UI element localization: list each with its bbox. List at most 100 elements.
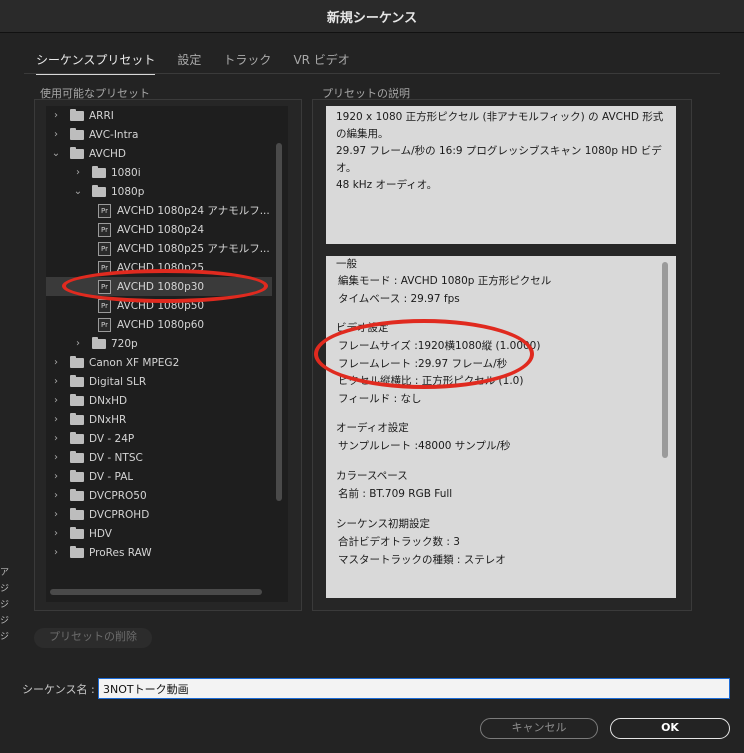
preset-folder[interactable]: › ProRes RAW	[46, 543, 272, 562]
tab-settings[interactable]: 設定	[177, 51, 201, 75]
tree-item-label: ProRes RAW	[89, 546, 152, 559]
chevron-right-icon[interactable]: ›	[50, 357, 62, 368]
preset-folder[interactable]: › 720p	[46, 334, 272, 353]
detail-heading-audio: オーディオ設定	[336, 422, 409, 434]
preset-folder[interactable]: › DVCPRO50	[46, 486, 272, 505]
chevron-down-icon[interactable]: ⌄	[72, 186, 84, 197]
chevron-right-icon[interactable]: ›	[50, 490, 62, 501]
preset-folder[interactable]: ⌄ AVCHD	[46, 144, 272, 163]
chevron-right-icon[interactable]: ›	[50, 376, 62, 387]
preset-item[interactable]: Pr AVCHD 1080p50	[46, 296, 272, 315]
preset-folder[interactable]: › DVCPROHD	[46, 505, 272, 524]
tab-divider	[24, 73, 720, 74]
detail-pixel-aspect: ピクセル縦横比 : 正方形ピクセル (1.0)	[338, 375, 524, 387]
tab-tracks[interactable]: トラック	[223, 51, 271, 75]
background-window-edge: ア ジ ジ ジ ジ	[0, 565, 10, 655]
tree-item-label: AVCHD 1080p30	[117, 280, 205, 293]
chevron-right-icon[interactable]: ›	[50, 414, 62, 425]
preset-folder[interactable]: ⌄ 1080p	[46, 182, 272, 201]
chevron-right-icon[interactable]: ›	[50, 129, 62, 140]
chevron-right-icon[interactable]: ›	[50, 509, 62, 520]
detail-timebase: タイムベース : 29.97 fps	[338, 293, 460, 305]
edge-text: ジ	[0, 632, 10, 642]
chevron-right-icon[interactable]: ›	[50, 528, 62, 539]
tree-item-label: AVC-Intra	[89, 128, 139, 141]
title-bar: 新規シーケンス	[0, 0, 744, 33]
preset-folder[interactable]: › 1080i	[46, 163, 272, 182]
preset-folder[interactable]: › DV - NTSC	[46, 448, 272, 467]
detail-fields: フィールド : なし	[338, 393, 422, 405]
folder-icon	[92, 184, 106, 197]
preset-item[interactable]: Pr AVCHD 1080p25	[46, 258, 272, 277]
preset-tree-horizontal-scrollbar[interactable]	[50, 589, 262, 595]
preset-folder[interactable]: › ARRI	[46, 106, 272, 125]
preset-item[interactable]: Pr AVCHD 1080p60	[46, 315, 272, 334]
description-line: の編集用。	[336, 128, 389, 140]
tree-item-label: 720p	[111, 337, 138, 350]
detail-frame-rate: フレームレート :29.97 フレーム/秒	[338, 358, 508, 370]
preset-tree[interactable]: › ARRI › AVC-Intra ⌄ AVCHD › 1080i ⌄ 1080p Pr AVCHD…	[46, 106, 288, 602]
detail-video-tracks: 合計ビデオトラック数 : 3	[338, 536, 460, 548]
chevron-right-icon[interactable]: ›	[50, 110, 62, 121]
tab-vr-video[interactable]: VR ビデオ	[293, 51, 349, 75]
premiere-preset-icon: Pr	[98, 222, 111, 237]
preset-folder[interactable]: › DNxHD	[46, 391, 272, 410]
preset-folder[interactable]: › DV - 24P	[46, 429, 272, 448]
preset-item[interactable]: Pr AVCHD 1080p24 アナモルフ...	[46, 201, 272, 220]
chevron-right-icon[interactable]: ›	[72, 167, 84, 178]
detail-master-track: マスタートラックの種類 : ステレオ	[338, 554, 506, 566]
preset-folder[interactable]: › HDV	[46, 524, 272, 543]
preset-folder[interactable]: › Canon XF MPEG2	[46, 353, 272, 372]
chevron-right-icon[interactable]: ›	[50, 547, 62, 558]
detail-frame-size: フレームサイズ :1920横1080縦 (1.0000)	[338, 340, 541, 352]
chevron-right-icon[interactable]: ›	[50, 471, 62, 482]
chevron-down-icon[interactable]: ⌄	[50, 148, 62, 159]
tree-item-label: DNxHR	[89, 413, 127, 426]
details-scrollbar[interactable]	[662, 262, 668, 458]
sequence-name-input[interactable]	[98, 678, 730, 699]
detail-sample-rate: サンプルレート :48000 サンプル/秒	[338, 440, 511, 452]
preset-folder[interactable]: › DV - PAL	[46, 467, 272, 486]
detail-colorspace-name: 名前 : BT.709 RGB Full	[338, 488, 453, 500]
description-line: オ。	[336, 162, 357, 174]
tree-item-label: ARRI	[89, 109, 114, 122]
chevron-right-icon[interactable]: ›	[50, 433, 62, 444]
chevron-right-icon[interactable]: ›	[50, 395, 62, 406]
detail-heading-sequence-defaults: シーケンス初期設定	[336, 518, 430, 530]
folder-icon	[70, 108, 84, 121]
chevron-right-icon[interactable]: ›	[72, 338, 84, 349]
preset-item[interactable]: Pr AVCHD 1080p24	[46, 220, 272, 239]
tree-item-label: AVCHD	[89, 147, 127, 160]
preset-folder[interactable]: › AVC-Intra	[46, 125, 272, 144]
tree-item-label: AVCHD 1080p60	[117, 318, 205, 331]
detail-heading-colorspace: カラースペース	[336, 470, 408, 482]
folder-icon	[70, 146, 84, 159]
tree-item-label: 1080p	[111, 185, 145, 198]
detail-editing-mode: 編集モード : AVCHD 1080p 正方形ピクセル	[338, 275, 552, 287]
premiere-preset-icon: Pr	[98, 260, 111, 275]
preset-folder[interactable]: › Digital SLR	[46, 372, 272, 391]
tree-item-label: DVCPROHD	[89, 508, 150, 521]
tree-item-label: HDV	[89, 527, 112, 540]
preset-item[interactable]: Pr AVCHD 1080p25 アナモルフ...	[46, 239, 272, 258]
preset-details: 一般 編集モード : AVCHD 1080p 正方形ピクセル タイムベース : …	[326, 256, 676, 598]
folder-icon	[70, 393, 84, 406]
chevron-right-icon[interactable]: ›	[50, 452, 62, 463]
tab-sequence-presets[interactable]: シーケンスプリセット	[36, 51, 156, 75]
premiere-preset-icon: Pr	[98, 317, 111, 332]
preset-folder[interactable]: › DNxHR	[46, 410, 272, 429]
folder-icon	[70, 127, 84, 140]
tree-item-label: AVCHD 1080p24	[117, 223, 205, 236]
tree-item-label: Canon XF MPEG2	[89, 356, 180, 369]
delete-preset-button[interactable]: プリセットの削除	[34, 628, 152, 648]
cancel-button[interactable]: キャンセル	[480, 718, 598, 739]
preset-tree-vertical-scrollbar[interactable]	[276, 143, 282, 501]
window-title: 新規シーケンス	[326, 10, 418, 26]
preset-item[interactable]: Pr AVCHD 1080p30	[46, 277, 272, 296]
folder-icon	[70, 507, 84, 520]
folder-icon	[92, 336, 106, 349]
ok-button[interactable]: OK	[610, 718, 730, 739]
tree-item-label: DV - 24P	[89, 432, 135, 445]
tree-item-label: DVCPRO50	[89, 489, 147, 502]
folder-icon	[70, 355, 84, 368]
